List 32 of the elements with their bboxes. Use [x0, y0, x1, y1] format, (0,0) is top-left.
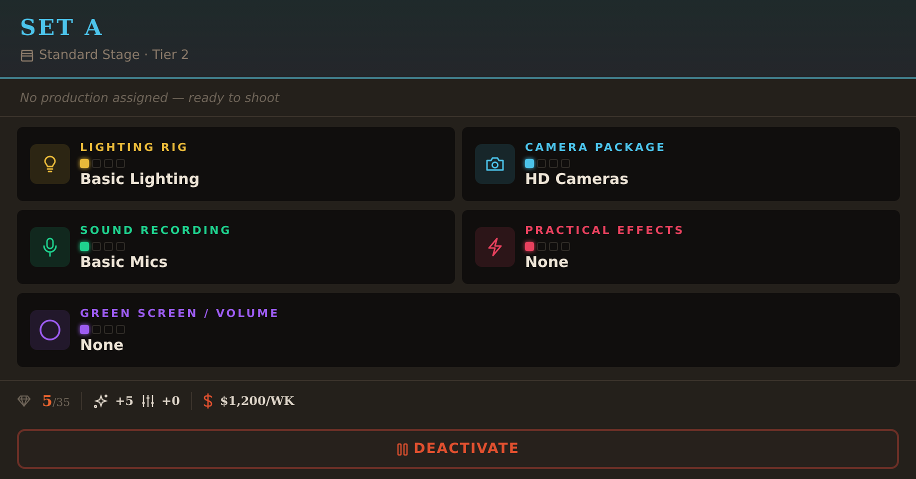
- slot-label: LIGHTING RIG: [80, 140, 189, 154]
- microphone-icon: [42, 237, 58, 257]
- pause-icon: [396, 442, 408, 456]
- slot-value: Basic Lighting: [80, 170, 200, 188]
- slot-value: Basic Mics: [80, 252, 168, 270]
- status-message: No production assigned — ready to shoot: [0, 79, 916, 117]
- diamond-icon: [17, 395, 31, 407]
- slot-value: None: [525, 252, 569, 270]
- circle-icon: [39, 319, 61, 341]
- equipment-slot[interactable]: LIGHTING RIG Basic Lighting: [17, 127, 455, 201]
- sparkles-icon: [93, 394, 108, 408]
- camera-icon: [485, 155, 505, 173]
- quality-score: 5/35: [42, 392, 70, 410]
- equipment-slot[interactable]: CAMERA PACKAGE HD Cameras: [462, 127, 900, 201]
- slot-label: CAMERA PACKAGE: [525, 140, 666, 154]
- dollar-icon: [202, 393, 213, 409]
- sliders-icon: [140, 394, 155, 408]
- deactivate-button[interactable]: DEACTIVATE: [17, 429, 899, 469]
- slot-label: SOUND RECORDING: [80, 224, 232, 236]
- slot-label: GREEN SCREEN / VOLUME: [80, 306, 280, 320]
- craft-bonus: +0: [162, 394, 180, 408]
- lightning-bolt-icon: [486, 237, 504, 257]
- buzz-bonus: +5: [115, 394, 134, 408]
- equipment-slot[interactable]: PRACTICAL EFFECTS None: [462, 210, 900, 284]
- equipment-slot[interactable]: GREEN SCREEN / VOLUME None: [17, 293, 900, 367]
- stage-subtitle: Standard Stage · Tier 2: [39, 48, 190, 63]
- set-title: SET A: [20, 14, 105, 42]
- slot-value: HD Cameras: [525, 170, 629, 188]
- equipment-slot[interactable]: SOUND RECORDING Basic Mics: [17, 210, 455, 284]
- weekly-cost: $1,200/WK: [220, 394, 294, 408]
- slot-value: None: [80, 336, 124, 354]
- slot-label: PRACTICAL EFFECTS: [525, 224, 685, 236]
